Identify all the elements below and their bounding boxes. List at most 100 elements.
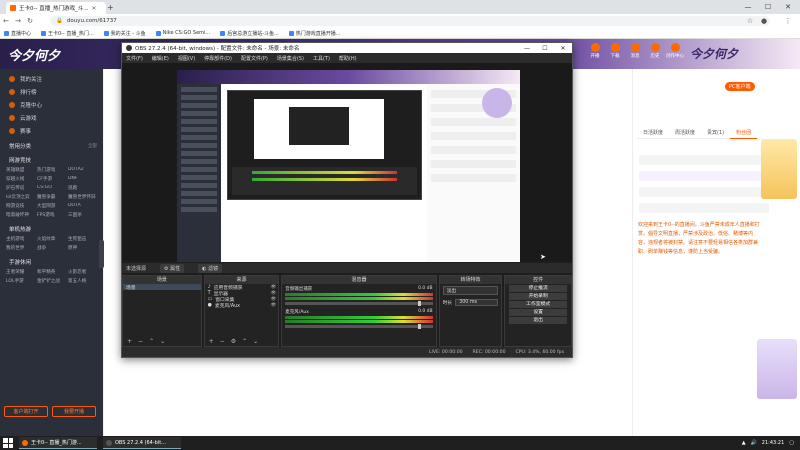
top-action[interactable]: 历史 <box>648 43 662 59</box>
pc-client-pill[interactable]: PC客户端 <box>725 82 755 91</box>
top-action[interactable]: 下载 <box>608 43 622 59</box>
minimize-icon[interactable]: — <box>738 0 758 14</box>
category-link[interactable]: DNF <box>68 176 99 182</box>
category-link[interactable]: 网游竞技 <box>6 203 37 209</box>
category-link[interactable]: 大型网游 <box>37 203 68 209</box>
network-icon[interactable]: ▲ <box>742 440 746 446</box>
browser-tab-active[interactable]: 王卡0-- 直播_热门游戏_斗... × <box>6 2 106 14</box>
menu-docks[interactable]: 停靠部件(D) <box>204 55 232 62</box>
duration-input[interactable]: 300 ms <box>455 299 499 306</box>
close-icon[interactable]: ✕ <box>554 45 572 52</box>
remove-icon[interactable]: − <box>220 338 225 345</box>
sidebar-item-rank[interactable]: 排行榜 <box>0 85 103 98</box>
eye-icon[interactable]: 👁 <box>271 303 277 308</box>
volume-slider[interactable] <box>285 301 433 306</box>
eye-icon[interactable]: 👁 <box>271 297 277 302</box>
down-icon[interactable]: ⌄ <box>253 338 258 345</box>
bookmark-item[interactable]: 直播中心 <box>4 30 31 37</box>
category-link[interactable]: DOTA <box>68 203 99 209</box>
taskbar-item-browser[interactable]: 王卡0-- 直播_热门游... <box>19 437 97 449</box>
eye-icon[interactable]: 👁 <box>271 285 277 290</box>
category-link[interactable]: 火焰纹章 <box>37 236 68 242</box>
category-link[interactable]: 主机游戏 <box>6 236 37 242</box>
clock[interactable]: 21:43:21 <box>762 440 784 446</box>
minimize-icon[interactable]: — <box>518 45 536 52</box>
windows-start-icon[interactable] <box>3 438 13 448</box>
top-action[interactable]: 开播 <box>588 43 602 59</box>
tab-vip[interactable]: 贵宾(1) <box>701 127 731 139</box>
profile-icon[interactable]: ● <box>758 17 770 25</box>
category-link[interactable]: 生死狙击 <box>68 236 99 242</box>
category-link[interactable]: 金铲铲之战 <box>37 278 68 284</box>
category-link[interactable]: 战争 <box>37 245 68 251</box>
tab-fans[interactable]: 粉丝团 <box>730 127 758 139</box>
menu-edit[interactable]: 编辑(E) <box>152 55 169 62</box>
category-link[interactable]: 英雄联盟 <box>6 167 37 173</box>
bookmark-item[interactable]: 我的关注 - 斗鱼 <box>103 30 146 37</box>
bookmark-item[interactable]: Nike CS:GO Semi... <box>155 30 210 36</box>
address-bar[interactable]: 🔒 douyu.com/61737 <box>50 16 770 26</box>
sidebar-item-cloud-game[interactable]: 云游戏 <box>0 111 103 124</box>
volume-icon[interactable]: 🔊 <box>751 440 757 446</box>
new-tab-icon[interactable]: + <box>107 3 114 12</box>
maximize-icon[interactable]: ☐ <box>758 0 778 14</box>
gear-icon[interactable]: ⚙ <box>231 338 236 345</box>
tab-daily[interactable]: 日活跃度 <box>637 127 670 139</box>
scene-item[interactable]: 场景 <box>123 284 201 291</box>
bookmark-item[interactable]: 热门游戏直播开播... <box>288 30 341 37</box>
category-link[interactable]: 魔兽世界怀旧 <box>68 194 99 200</box>
open-client-button[interactable]: 客户端打开 <box>4 406 48 417</box>
category-link[interactable]: lol云顶之弈 <box>6 194 37 200</box>
remove-icon[interactable]: − <box>138 338 143 345</box>
category-link[interactable]: CF手游 <box>37 176 68 182</box>
menu-profile[interactable]: 配置文件(P) <box>241 55 268 62</box>
bookmark-item[interactable]: 王卡0-- 直播_热门... <box>41 30 94 37</box>
menu-tools[interactable]: 工具(T) <box>313 55 330 62</box>
reload-icon[interactable]: ↻ <box>24 17 36 25</box>
up-icon[interactable]: ⌃ <box>242 338 247 345</box>
sidebar-item-follow[interactable]: 我的关注 <box>0 72 103 85</box>
menu-view[interactable]: 视图(V) <box>178 55 195 62</box>
category-link[interactable]: CS:GO <box>37 185 68 191</box>
menu-file[interactable]: 文件(F) <box>126 55 143 62</box>
settings-button[interactable]: 设置 <box>509 309 568 316</box>
studio-mode-button[interactable]: 工作室模式 <box>509 301 568 308</box>
down-icon[interactable]: ⌄ <box>160 338 165 345</box>
source-item[interactable]: ● 麦克风/Aux 👁 <box>205 302 279 309</box>
forward-icon[interactable]: → <box>12 17 24 25</box>
sidebar-item-events[interactable]: 赛事 <box>0 124 103 137</box>
maximize-icon[interactable]: ☐ <box>536 45 554 52</box>
category-link[interactable]: LOL手游 <box>6 278 37 284</box>
menu-help[interactable]: 帮助(H) <box>339 55 357 62</box>
top-action[interactable]: 消息 <box>628 43 642 59</box>
close-tab-icon[interactable]: × <box>91 5 96 12</box>
back-icon[interactable]: ← <box>0 17 12 25</box>
close-window-icon[interactable]: ✕ <box>778 0 798 14</box>
site-logo[interactable]: 今夕何夕 <box>8 45 60 64</box>
exit-button[interactable]: 退出 <box>509 317 568 324</box>
category-link[interactable]: 我的世界 <box>6 245 37 251</box>
category-link[interactable]: 魔兽争霸 <box>37 194 68 200</box>
properties-button[interactable]: ⚙ 属性 <box>160 263 185 273</box>
category-link[interactable]: 第五人格 <box>68 278 99 284</box>
filters-button[interactable]: ◐ 滤镜 <box>198 263 223 273</box>
add-icon[interactable]: + <box>127 338 132 345</box>
tab-weekly[interactable]: 周活跃度 <box>669 127 702 139</box>
category-link[interactable]: 王者荣耀 <box>6 269 37 275</box>
category-link[interactable]: 炉石传说 <box>6 185 37 191</box>
category-link[interactable]: 火影忍者 <box>68 269 99 275</box>
category-link[interactable]: FPS游戏 <box>37 212 68 218</box>
notification-icon[interactable]: ▢ <box>789 440 794 446</box>
eye-icon[interactable]: 👁 <box>271 291 277 296</box>
taskbar-item-obs[interactable]: OBS 27.2.4 (64-bit... <box>103 437 181 449</box>
transition-select[interactable]: 淡出 <box>442 286 499 295</box>
start-recording-button[interactable]: 开始录制 <box>509 293 568 300</box>
category-link[interactable]: 热门游戏 <box>37 167 68 173</box>
category-link[interactable]: 和平精英 <box>37 269 68 275</box>
up-icon[interactable]: ⌃ <box>149 338 154 345</box>
menu-icon[interactable]: ⋮ <box>782 17 794 25</box>
category-link[interactable]: 原神 <box>68 245 99 251</box>
promo-art[interactable] <box>761 139 797 199</box>
add-icon[interactable]: + <box>209 338 214 345</box>
bookmark-item[interactable]: 后宫总游立播站-斗鱼... <box>220 30 279 37</box>
